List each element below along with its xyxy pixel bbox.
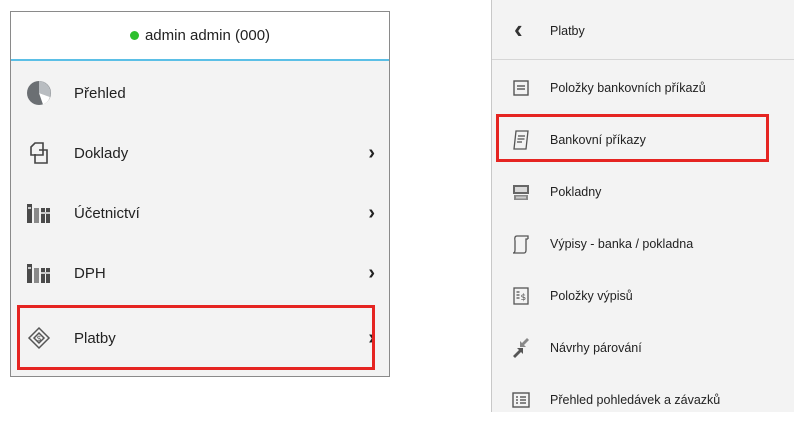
submenu-item-vypisy[interactable]: Výpisy - banka / pokladna (492, 218, 794, 270)
chevron-right-icon: › (368, 261, 375, 284)
submenu-item-prehled-pohledavek[interactable]: Přehled pohledávek a závazků (492, 374, 794, 426)
user-name: admin admin (000) (144, 27, 271, 44)
submenu-item-label: Pokladny (550, 185, 602, 199)
submenu-panel: ‹ Platby Položky bankovních příkazů Bank… (491, 0, 794, 412)
submenu-item-label: Výpisy - banka / pokladna (550, 237, 694, 251)
menu-item-label: Přehled (74, 84, 126, 102)
submenu-item-polozky-vypisu[interactable]: $ Položky výpisů (492, 270, 794, 322)
chevron-right-icon: › (368, 201, 375, 224)
menu-item-label: Účetnictví (74, 204, 140, 222)
list-icon (510, 77, 532, 99)
scroll-icon (510, 233, 532, 255)
chevron-right-icon: › (368, 141, 375, 164)
menu-item-ucetnictvi[interactable]: Účetnictví › (11, 183, 389, 243)
books-icon (25, 199, 53, 227)
menu-item-doklady[interactable]: Doklady › (11, 123, 389, 183)
documents-icon (25, 139, 53, 167)
online-status-icon (129, 31, 139, 40)
back-button[interactable]: ‹ Platby (492, 0, 794, 60)
menu-item-label: Doklady (74, 144, 129, 162)
menu-item-label: DPH (74, 264, 106, 282)
svg-text:$: $ (521, 293, 527, 303)
submenu-item-navrhy-parovani[interactable]: Návrhy párování (492, 322, 794, 374)
submenu-item-label: Položky výpisů (550, 289, 633, 303)
submenu-item-label: Návrhy párování (550, 341, 642, 355)
menu-item-prehled[interactable]: Přehled (11, 63, 389, 123)
pie-chart-icon (25, 79, 53, 107)
cash-register-icon (510, 181, 532, 203)
submenu-title: Platby (550, 24, 585, 38)
menu-item-dph[interactable]: DPH › (11, 243, 389, 303)
submenu-item-polozky-bankovnich-prikazu[interactable]: Položky bankovních příkazů (492, 62, 794, 114)
money-statement-icon: $ (510, 285, 532, 307)
highlight-frame-platby (17, 305, 375, 370)
books-icon (25, 259, 53, 287)
highlight-frame-bankovni-prikazy (496, 114, 769, 162)
submenu-item-label: Položky bankovních příkazů (550, 81, 706, 95)
user-status-bar: admin admin (000) (11, 12, 389, 61)
pairing-icon (510, 337, 532, 359)
submenu-item-label: Přehled pohledávek a závazků (550, 393, 721, 407)
chevron-left-icon: ‹ (514, 14, 523, 44)
overview-list-icon (510, 389, 532, 411)
submenu-item-pokladny[interactable]: Pokladny (492, 166, 794, 218)
